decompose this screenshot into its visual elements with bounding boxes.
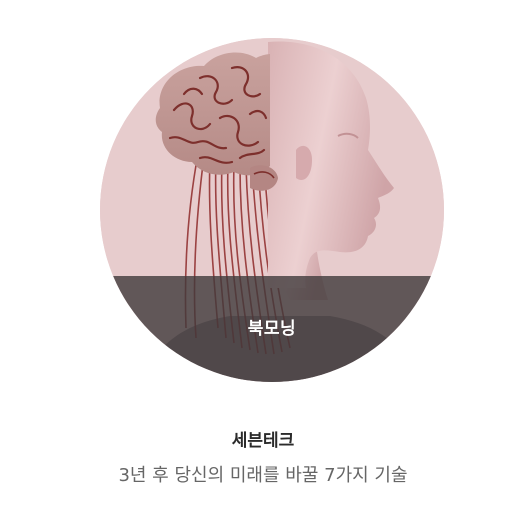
book-title[interactable]: 세븐테크 <box>0 426 526 451</box>
book-card[interactable]: 북모닝 세븐테크 3년 후 당신의 미래를 바꿀 7가지 기술 <box>0 0 526 512</box>
category-label: 북모닝 <box>247 319 297 339</box>
cover-image[interactable]: 북모닝 <box>100 38 444 382</box>
book-description: 3년 후 당신의 미래를 바꿀 7가지 기술 <box>118 465 408 486</box>
